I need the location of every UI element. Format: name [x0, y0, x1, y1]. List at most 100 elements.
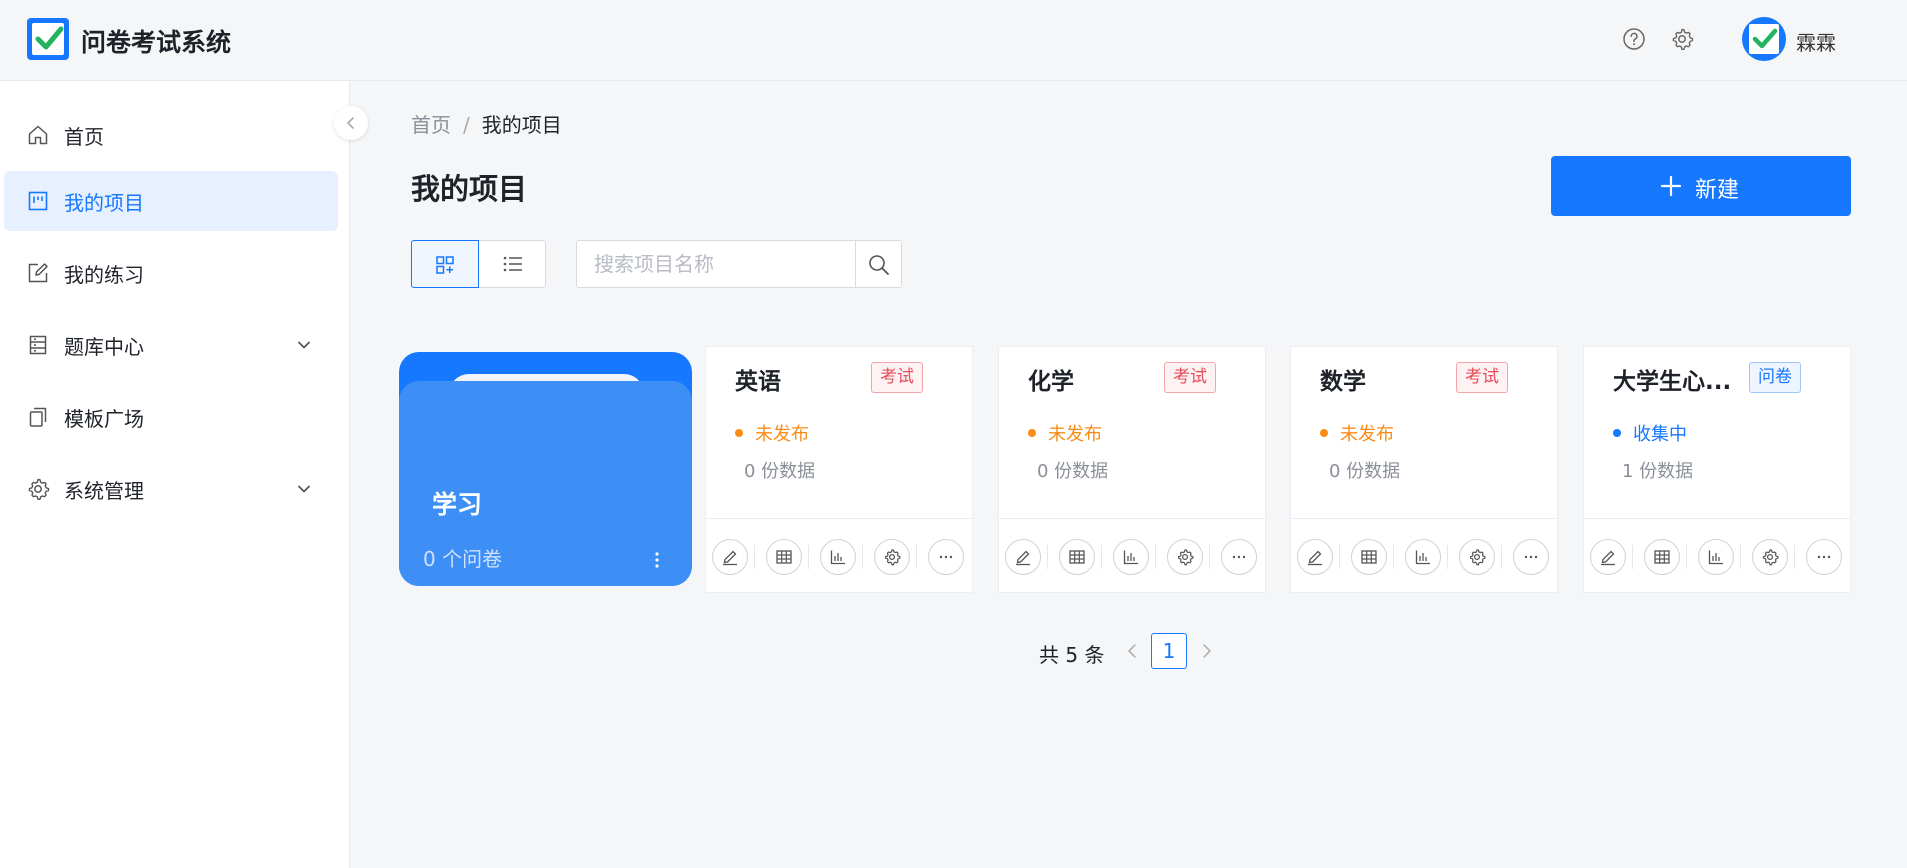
pencil-icon — [1016, 550, 1030, 566]
breadcrumb-separator: / — [463, 113, 470, 137]
user-name[interactable]: 霖霖 — [1796, 27, 1836, 56]
bar-chart-icon — [1415, 550, 1430, 565]
home-icon — [28, 125, 48, 145]
bar-chart-icon — [1708, 550, 1723, 565]
settings-icon[interactable] — [1670, 27, 1694, 51]
app-title: 问卷考试系统 — [81, 28, 232, 57]
sidebar-item-label: 模板广场 — [64, 407, 144, 431]
project-data-count: 0 份数据 — [744, 461, 816, 482]
card-actions — [1291, 518, 1557, 593]
project-type-tag: 考试 — [871, 362, 923, 393]
chevron-left-icon[interactable] — [1124, 642, 1142, 660]
sidebar-item-home[interactable]: 首页 — [4, 105, 338, 165]
project-card[interactable]: 数学 考试 未发布 0 份数据 — [1290, 346, 1558, 593]
edit-button[interactable] — [1590, 539, 1626, 575]
more-button[interactable] — [1513, 539, 1549, 575]
more-horizontal-icon — [1817, 555, 1831, 559]
sidebar-item-label: 我的项目 — [64, 191, 144, 215]
pencil-icon — [1601, 550, 1615, 566]
sidebar-collapse-button[interactable] — [334, 106, 368, 140]
logo-icon — [27, 18, 69, 60]
status-text: 未发布 — [1048, 424, 1102, 445]
edit-button[interactable] — [1297, 539, 1333, 575]
new-button-label: 新建 — [1695, 178, 1740, 203]
project-card[interactable]: 化学 考试 未发布 0 份数据 — [998, 346, 1266, 593]
chevron-right-icon[interactable] — [1197, 642, 1215, 660]
page-title: 我的项目 — [411, 172, 528, 206]
sidebar-item-system-admin[interactable]: 系统管理 — [4, 459, 338, 519]
chevron-down-icon — [298, 485, 310, 493]
sidebar-item-question-bank[interactable]: 题库中心 — [4, 315, 338, 375]
search-input[interactable] — [576, 240, 856, 288]
pagination-total: 共 5 条 — [1039, 643, 1105, 667]
statistics-button[interactable] — [1698, 539, 1734, 575]
statistics-button[interactable] — [1113, 539, 1149, 575]
new-project-button[interactable]: 新建 — [1551, 156, 1851, 216]
list-view-button[interactable] — [480, 241, 546, 287]
settings-button[interactable] — [1752, 539, 1788, 575]
sidebar-item-label: 题库中心 — [64, 335, 144, 359]
gear-icon — [884, 549, 901, 566]
statistics-button[interactable] — [820, 539, 856, 575]
project-title: 化学 — [1028, 369, 1074, 395]
sidebar-item-template-square[interactable]: 模板广场 — [4, 387, 338, 447]
view-toggle — [411, 240, 546, 288]
grid-view-button[interactable] — [411, 240, 479, 288]
project-title: 英语 — [735, 369, 781, 395]
breadcrumb-home[interactable]: 首页 — [411, 113, 451, 137]
project-status: 收集中 — [1613, 420, 1687, 446]
gear-icon — [1469, 549, 1486, 566]
chevron-down-icon — [298, 341, 310, 349]
project-data-count: 1 份数据 — [1622, 461, 1694, 482]
more-button[interactable] — [1221, 539, 1257, 575]
data-table-button[interactable] — [1644, 539, 1680, 575]
card-actions — [1584, 518, 1850, 593]
project-type-tag: 问卷 — [1749, 362, 1801, 393]
table-icon — [1654, 550, 1670, 564]
sidebar: 首页 我的项目 我的练习 题库中心 模板广场 系统管理 — [0, 81, 350, 868]
more-horizontal-icon — [1232, 555, 1246, 559]
edit-button[interactable] — [1005, 539, 1041, 575]
project-card[interactable]: 大学生心... 问卷 收集中 1 份数据 — [1583, 346, 1851, 593]
table-icon — [1069, 550, 1085, 564]
status-text: 未发布 — [1340, 424, 1394, 445]
more-horizontal-icon — [939, 555, 953, 559]
gear-icon — [1762, 549, 1779, 566]
question-bank-icon — [29, 335, 47, 355]
edit-button[interactable] — [712, 539, 748, 575]
pencil-icon — [1308, 550, 1322, 566]
help-icon[interactable] — [1622, 27, 1646, 51]
pagination-page[interactable]: 1 — [1151, 633, 1187, 669]
settings-button[interactable] — [874, 539, 910, 575]
data-table-button[interactable] — [1351, 539, 1387, 575]
sidebar-item-my-projects[interactable]: 我的项目 — [4, 171, 338, 231]
sidebar-item-my-practice[interactable]: 我的练习 — [4, 243, 338, 303]
settings-button[interactable] — [1459, 539, 1495, 575]
project-status: 未发布 — [735, 420, 809, 446]
grid-view-icon — [436, 256, 454, 274]
status-dot — [735, 429, 743, 437]
folder-count: 0 个问卷 — [423, 547, 503, 571]
search-button[interactable] — [855, 240, 902, 288]
avatar[interactable] — [1742, 17, 1786, 61]
edit-square-icon — [28, 263, 48, 283]
project-title: 大学生心... — [1613, 369, 1732, 395]
data-table-button[interactable] — [766, 539, 802, 575]
settings-button[interactable] — [1167, 539, 1203, 575]
top-header: 问卷考试系统 霖霖 — [0, 0, 1907, 81]
bar-chart-icon — [1123, 550, 1138, 565]
statistics-button[interactable] — [1405, 539, 1441, 575]
folder-card[interactable]: 学习 0 个问卷 — [399, 352, 692, 586]
project-status: 未发布 — [1028, 420, 1102, 446]
data-table-button[interactable] — [1059, 539, 1095, 575]
pencil-icon — [723, 550, 737, 566]
more-vertical-icon[interactable] — [651, 548, 663, 572]
chevron-left-icon — [347, 117, 354, 129]
table-icon — [776, 550, 792, 564]
more-button[interactable] — [928, 539, 964, 575]
project-card[interactable]: 英语 考试 未发布 0 份数据 — [705, 346, 973, 593]
folder-name: 学习 — [432, 490, 483, 519]
status-dot — [1613, 429, 1621, 437]
more-button[interactable] — [1806, 539, 1842, 575]
sidebar-item-label: 首页 — [64, 125, 104, 149]
